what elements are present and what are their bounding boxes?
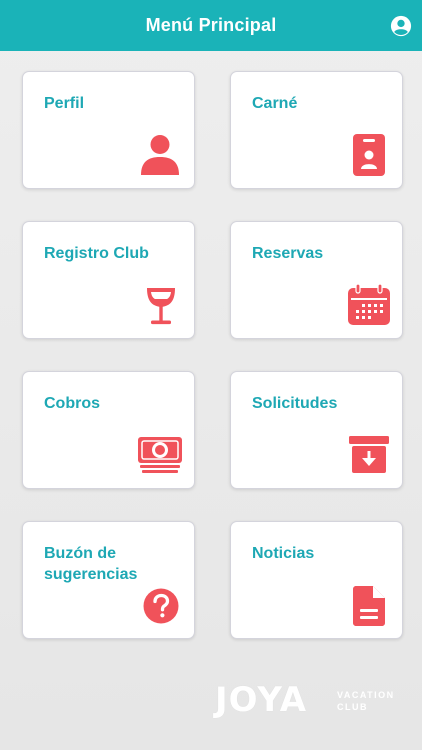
brand-tagline-line2: CLUB	[337, 702, 368, 712]
help-circle-icon	[143, 588, 179, 624]
menu-card-label: Cobros	[44, 395, 100, 412]
person-icon	[141, 135, 179, 175]
menu-card-noticias[interactable]: Noticias	[230, 521, 403, 639]
menu-card-carne[interactable]: Carné	[230, 71, 403, 189]
cash-icon	[138, 437, 182, 473]
calendar-icon	[348, 283, 390, 325]
menu-card-label: Registro Club	[44, 245, 149, 262]
menu-card-label: Perfil	[44, 95, 85, 112]
menu-card-buzon-sugerencias[interactable]: Buzón de sugerencias	[22, 521, 195, 639]
menu-card-cobros[interactable]: Cobros	[22, 371, 195, 489]
menu-card-solicitudes[interactable]: Solicitudes	[230, 371, 403, 489]
menu-card-registro-club[interactable]: Registro Club	[22, 221, 195, 339]
menu-card-label: Noticias	[252, 545, 315, 562]
menu-card-label: Buzón de sugerencias	[44, 545, 138, 583]
archive-download-icon	[349, 436, 389, 473]
menu-card-reservas[interactable]: Reservas	[230, 221, 403, 339]
wine-glass-icon	[147, 288, 175, 325]
document-icon	[353, 586, 385, 626]
menu-card-label: Reservas	[252, 245, 324, 262]
menu-grid: Perfil Carné Registro Club Reservas Cobr…	[0, 0, 422, 750]
id-badge-icon	[353, 134, 385, 176]
menu-card-label: Solicitudes	[252, 395, 338, 412]
menu-card-perfil[interactable]: Perfil	[22, 71, 195, 189]
menu-card-label: Carné	[252, 95, 298, 112]
brand-logo-tagline: VACATION CLUB	[337, 689, 412, 713]
brand-tagline-line1: VACATION	[337, 690, 395, 700]
brand-logo-wordmark: JOYA	[215, 680, 308, 720]
brand-logo: JOYA VACATION CLUB	[205, 676, 415, 728]
